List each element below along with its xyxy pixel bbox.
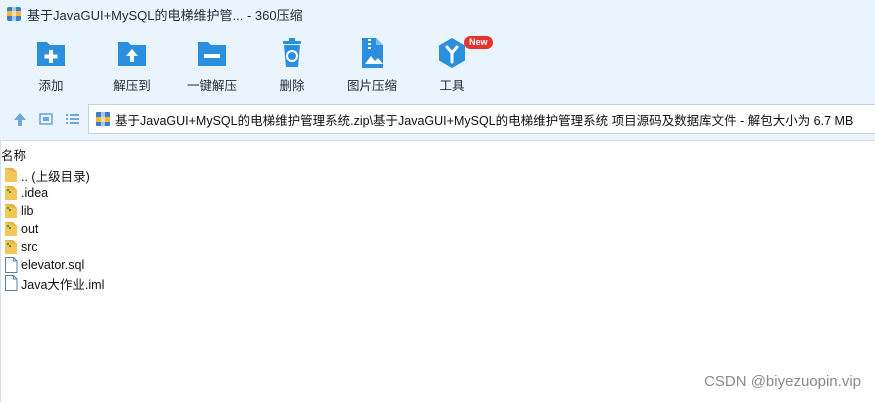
watermark: CSDN @biyezuopin.vip [704, 373, 861, 390]
list-item-src[interactable]: src [0, 238, 875, 256]
folder-icon [5, 222, 17, 236]
list-item-label: src [21, 240, 38, 254]
delete-label: 删除 [279, 79, 305, 93]
list-item-label: .. (上级目录) [21, 169, 90, 184]
folder-icon [5, 240, 17, 254]
add-button[interactable]: 添加 [9, 36, 93, 94]
zip-archive-icon [96, 112, 110, 126]
file-icon [5, 275, 18, 291]
file-icon [5, 257, 18, 273]
image-compress-label: 图片压缩 [346, 79, 397, 93]
new-badge: New [464, 36, 493, 49]
image-compress-button[interactable]: 图片压缩 [330, 36, 414, 94]
one-click-extract-icon [198, 42, 226, 66]
up-arrow-icon[interactable] [11, 110, 29, 128]
folder-icon [5, 186, 17, 200]
folder-icon [5, 168, 17, 182]
list-view-icon[interactable] [63, 110, 81, 128]
extract-to-button[interactable]: 解压到 [90, 36, 174, 94]
list-item-label: .idea [21, 186, 49, 200]
list-item-parent-dir[interactable]: .. (上级目录) [0, 166, 875, 184]
title-bar: 基于JavaGUI+MySQL的电梯维护管... - 360压缩 [0, 0, 875, 28]
recycle-bin-icon [283, 38, 301, 67]
add-icon [37, 42, 65, 66]
tools-label: 工具 [439, 79, 465, 93]
address-bar: 基于JavaGUI+MySQL的电梯维护管理系统.zip\基于JavaGUI+M… [0, 98, 875, 141]
list-item-label: elevator.sql [21, 258, 85, 272]
list-item-label: Java大作业.iml [21, 277, 105, 292]
delete-button[interactable]: 删除 [250, 36, 334, 94]
list-item-lib[interactable]: lib [0, 202, 875, 220]
file-list: .. (上级目录) .idea lib out src elevator.sql… [0, 166, 875, 292]
list-item-idea[interactable]: .idea [0, 184, 875, 202]
image-compress-icon [362, 38, 383, 68]
column-header-name[interactable]: 名称 [0, 141, 875, 163]
address-field[interactable]: 基于JavaGUI+MySQL的电梯维护管理系统.zip\基于JavaGUI+M… [88, 104, 875, 134]
one-click-extract-button[interactable]: 一键解压 [170, 36, 254, 94]
window-title: 基于JavaGUI+MySQL的电梯维护管... - 360压缩 [27, 7, 303, 23]
list-item-java-iml[interactable]: Java大作业.iml [0, 274, 875, 292]
list-item-out[interactable]: out [0, 220, 875, 238]
add-label: 添加 [38, 79, 64, 93]
toolbar: 添加 解压到 一键解压 删除 图片压缩 New 工具 [0, 28, 875, 98]
tools-button[interactable]: New 工具 [410, 36, 494, 94]
list-item-label: out [21, 222, 39, 236]
column-header-label: 名称 [1, 149, 27, 163]
folder-icon [5, 204, 17, 218]
address-path: 基于JavaGUI+MySQL的电梯维护管理系统.zip\基于JavaGUI+M… [115, 113, 854, 128]
list-item-label: lib [21, 204, 34, 218]
extract-to-label: 解压到 [113, 79, 151, 93]
archive-app-icon [7, 7, 21, 21]
list-item-elevator-sql[interactable]: elevator.sql [0, 256, 875, 274]
extract-to-icon [118, 42, 146, 66]
thumbnail-view-icon[interactable] [37, 110, 55, 128]
one-click-extract-label: 一键解压 [186, 79, 237, 93]
